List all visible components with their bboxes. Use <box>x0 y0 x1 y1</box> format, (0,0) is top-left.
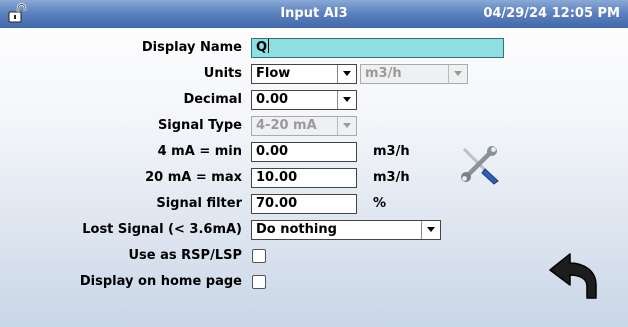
display-name-label: Display Name <box>141 40 242 55</box>
chevron-down-icon <box>337 117 356 135</box>
input-config-screen: Input AI3 04/29/24 12:05 PM Display Name… <box>0 0 628 327</box>
filter-unit: % <box>373 196 387 211</box>
filter-label: Signal filter <box>156 196 242 211</box>
min-unit: m3/h <box>373 144 410 159</box>
tools-icon[interactable] <box>456 143 504 189</box>
units-label: Units <box>203 66 242 81</box>
title-bar: Input AI3 04/29/24 12:05 PM <box>0 0 628 28</box>
filter-input[interactable]: 70.00 <box>251 194 357 214</box>
units-unit-value: m3/h <box>365 66 402 81</box>
use-rsp-checkbox[interactable] <box>252 249 266 263</box>
chevron-down-icon <box>337 91 356 109</box>
units-type-select[interactable]: Flow <box>251 64 357 84</box>
signal-type-label: Signal Type <box>157 118 242 133</box>
max-input[interactable]: 10.00 <box>251 168 357 188</box>
min-input[interactable]: 0.00 <box>251 142 357 162</box>
display-home-label: Display on home page <box>79 274 242 289</box>
min-label: 4 mA = min <box>157 144 242 159</box>
display-name-value: Q <box>256 40 268 55</box>
decimal-select[interactable]: 0.00 <box>251 90 357 110</box>
signal-type-select[interactable]: 4-20 mA <box>251 116 357 136</box>
display-home-checkbox[interactable] <box>252 275 266 289</box>
text-cursor <box>268 39 270 53</box>
chevron-down-icon <box>421 221 440 239</box>
lost-signal-value: Do nothing <box>256 222 337 237</box>
decimal-value: 0.00 <box>256 92 289 107</box>
decimal-label: Decimal <box>183 92 242 107</box>
chevron-down-icon <box>448 65 467 83</box>
use-rsp-label: Use as RSP/LSP <box>128 248 243 263</box>
units-unit-select[interactable]: m3/h <box>360 64 468 84</box>
max-unit: m3/h <box>373 170 410 185</box>
chevron-down-icon <box>337 65 356 83</box>
datetime-display: 04/29/24 12:05 PM <box>483 6 620 21</box>
signal-type-value: 4-20 mA <box>256 118 317 133</box>
display-name-input[interactable]: Q <box>251 38 504 58</box>
max-label: 20 mA = max <box>145 170 242 185</box>
units-type-value: Flow <box>256 66 291 81</box>
lost-signal-label: Lost Signal (< 3.6mA) <box>82 222 242 237</box>
back-arrow-icon[interactable] <box>546 248 602 308</box>
lost-signal-select[interactable]: Do nothing <box>251 220 441 240</box>
